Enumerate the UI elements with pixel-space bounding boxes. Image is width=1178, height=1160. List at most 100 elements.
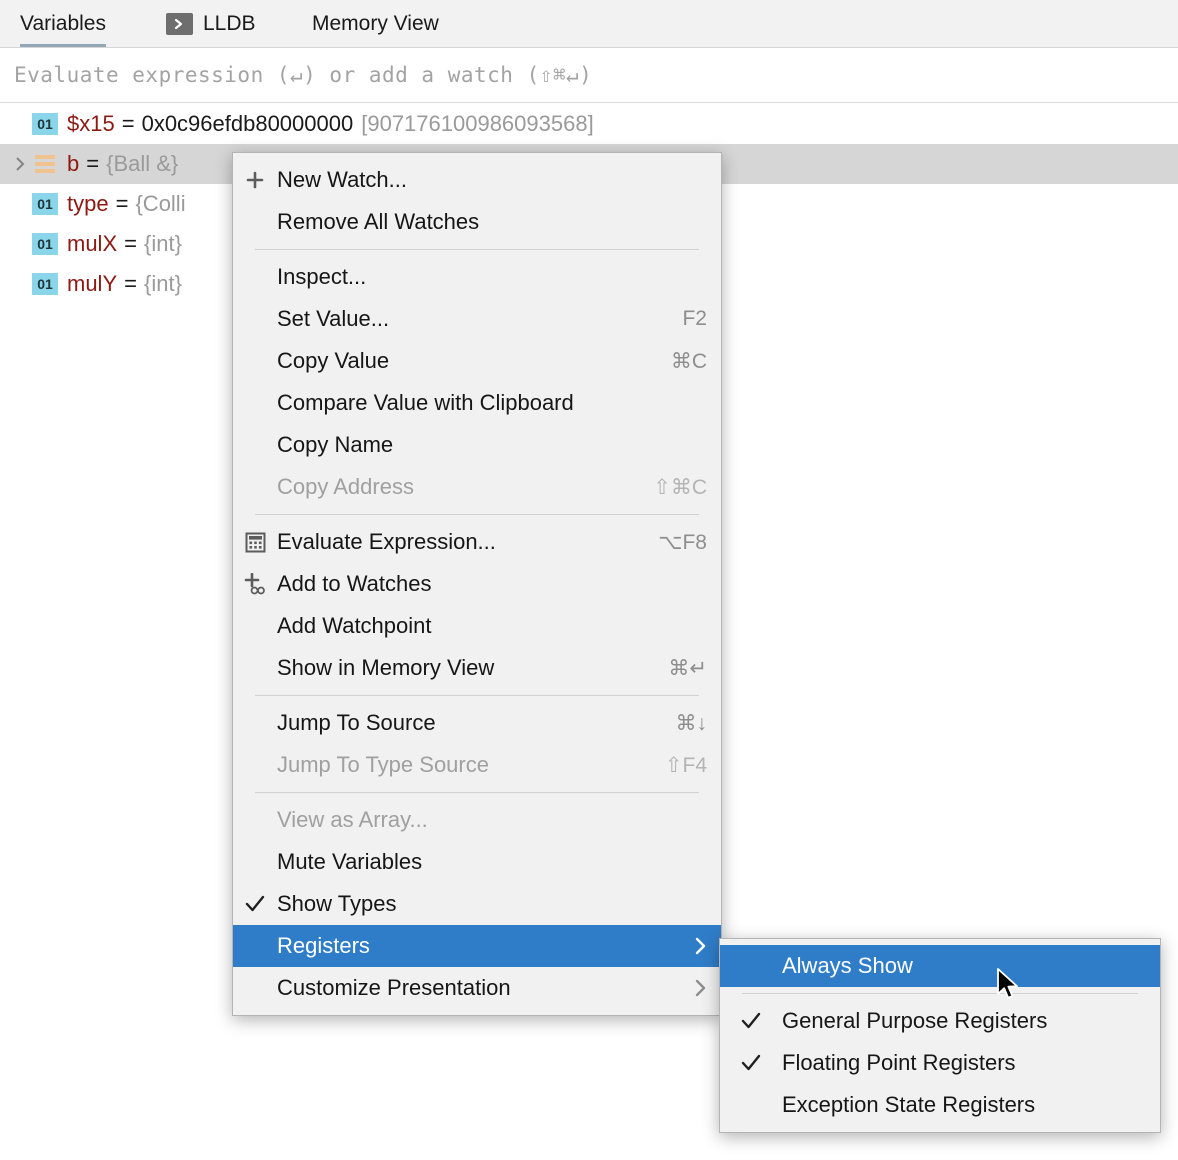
primitive-01-icon: 01 [32, 193, 58, 215]
variable-row-x15[interactable]: 01 $x15 = 0x0c96efdb80000000 [9071761009… [0, 104, 1178, 144]
menu-item-shortcut: ⇧⌘C [653, 475, 707, 500]
submenu-item-label: Exception State Registers [782, 1092, 1146, 1118]
menu-item-inspect[interactable]: Inspect... [233, 256, 721, 298]
submenu-item-label: Always Show [782, 953, 1146, 979]
plus-icon [233, 170, 277, 190]
registers-submenu: Always Show General Purpose Registers Fl… [719, 938, 1161, 1133]
menu-item-label: Registers [277, 933, 673, 959]
menu-item-label: View as Array... [277, 807, 707, 833]
evaluate-expression-placeholder: Evaluate expression (↵) or add a watch (… [14, 63, 592, 87]
tab-variables-label: Variables [20, 12, 106, 36]
menu-item-show-in-memory-view[interactable]: Show in Memory View ⌘↵ [233, 647, 721, 689]
menu-separator [742, 993, 1138, 994]
menu-item-label: Add Watchpoint [277, 613, 707, 639]
menu-item-label: Set Value... [277, 306, 658, 332]
submenu-item-always-show[interactable]: Always Show [720, 945, 1160, 987]
variable-name: mulY [67, 271, 117, 297]
variables-context-menu: New Watch... Remove All Watches Inspect.… [232, 152, 722, 1016]
tool-window-tabbar: Variables LLDB Memory View [0, 0, 1178, 48]
menu-item-mute-variables[interactable]: Mute Variables [233, 841, 721, 883]
variable-equals: = [86, 151, 99, 177]
menu-item-label: Evaluate Expression... [277, 529, 634, 555]
tab-memory-view[interactable]: Memory View [312, 0, 439, 47]
calculator-icon [233, 532, 277, 553]
menu-item-label: Copy Name [277, 432, 707, 458]
menu-item-registers[interactable]: Registers [233, 925, 721, 967]
menu-item-shortcut: ⇧F4 [665, 753, 707, 778]
menu-item-label: Customize Presentation [277, 975, 673, 1001]
variable-name: $x15 [67, 111, 115, 137]
menu-item-copy-name[interactable]: Copy Name [233, 424, 721, 466]
menu-item-jump-to-source[interactable]: Jump To Source ⌘↓ [233, 702, 721, 744]
expand-arrow-placeholder [8, 276, 32, 292]
menu-item-shortcut: ⌥F8 [658, 530, 707, 555]
menu-item-add-to-watches[interactable]: Add to Watches [233, 563, 721, 605]
submenu-item-floating-point-registers[interactable]: Floating Point Registers [720, 1042, 1160, 1084]
menu-item-jump-to-type-source: Jump To Type Source ⇧F4 [233, 744, 721, 786]
menu-item-shortcut: ⌘C [671, 349, 707, 374]
tab-memory-view-label: Memory View [312, 12, 439, 36]
expand-arrow-icon[interactable] [8, 156, 32, 172]
menu-item-remove-all-watches[interactable]: Remove All Watches [233, 201, 721, 243]
add-watch-icon [233, 573, 277, 595]
variable-decimal-value: [907176100986093568] [361, 111, 593, 137]
expand-arrow-placeholder [8, 116, 32, 132]
variable-type: {Ball &} [106, 151, 178, 177]
menu-item-set-value[interactable]: Set Value... F2 [233, 298, 721, 340]
menu-separator [255, 249, 699, 250]
variable-value: 0x0c96efdb80000000 [142, 111, 354, 137]
menu-item-label: Inspect... [277, 264, 707, 290]
menu-item-label: Jump To Source [277, 710, 652, 736]
primitive-01-icon: 01 [32, 273, 58, 295]
variable-equals: = [124, 271, 137, 297]
submenu-item-general-purpose-registers[interactable]: General Purpose Registers [720, 1000, 1160, 1042]
menu-item-label: Show in Memory View [277, 655, 644, 681]
menu-item-shortcut: ⌘↓ [676, 711, 708, 736]
expand-arrow-placeholder [8, 196, 32, 212]
check-icon [720, 1011, 782, 1031]
menu-item-label: Copy Address [277, 474, 629, 500]
menu-separator [255, 792, 699, 793]
chevron-right-icon [693, 937, 707, 955]
primitive-01-icon: 01 [32, 113, 58, 135]
menu-item-label: Copy Value [277, 348, 647, 374]
menu-item-label: Mute Variables [277, 849, 707, 875]
menu-item-add-watchpoint[interactable]: Add Watchpoint [233, 605, 721, 647]
menu-separator [255, 695, 699, 696]
menu-item-show-types[interactable]: Show Types [233, 883, 721, 925]
variable-name: type [67, 191, 109, 217]
evaluate-expression-bar[interactable]: Evaluate expression (↵) or add a watch (… [0, 48, 1178, 103]
variable-type: {int} [144, 271, 182, 297]
console-icon [166, 13, 193, 35]
object-icon [32, 153, 58, 175]
tab-variables[interactable]: Variables [20, 0, 106, 47]
menu-item-label: Add to Watches [277, 571, 707, 597]
menu-item-label: Show Types [277, 891, 707, 917]
menu-item-compare-value-with-clipboard[interactable]: Compare Value with Clipboard [233, 382, 721, 424]
menu-item-shortcut: F2 [682, 307, 707, 331]
chevron-right-icon [693, 979, 707, 997]
submenu-item-exception-state-registers[interactable]: Exception State Registers [720, 1084, 1160, 1126]
submenu-item-label: General Purpose Registers [782, 1008, 1146, 1034]
menu-item-label: Compare Value with Clipboard [277, 390, 707, 416]
menu-item-evaluate-expression[interactable]: Evaluate Expression... ⌥F8 [233, 521, 721, 563]
menu-item-customize-presentation[interactable]: Customize Presentation [233, 967, 721, 1009]
expand-arrow-placeholder [8, 236, 32, 252]
menu-item-label: New Watch... [277, 167, 707, 193]
variable-equals: = [116, 191, 129, 217]
variable-type: {int} [144, 231, 182, 257]
variable-type: {Colli [135, 191, 185, 217]
check-icon [720, 1053, 782, 1073]
variable-name: mulX [67, 231, 117, 257]
primitive-01-icon: 01 [32, 233, 58, 255]
check-icon [233, 894, 277, 914]
tab-lldb[interactable]: LLDB [166, 0, 256, 47]
menu-item-new-watch[interactable]: New Watch... [233, 159, 721, 201]
menu-item-copy-address: Copy Address ⇧⌘C [233, 466, 721, 508]
menu-item-shortcut: ⌘↵ [668, 656, 707, 681]
tab-lldb-label: LLDB [203, 12, 256, 36]
submenu-item-label: Floating Point Registers [782, 1050, 1146, 1076]
variable-equals: = [124, 231, 137, 257]
variable-name: b [67, 151, 79, 177]
menu-item-copy-value[interactable]: Copy Value ⌘C [233, 340, 721, 382]
